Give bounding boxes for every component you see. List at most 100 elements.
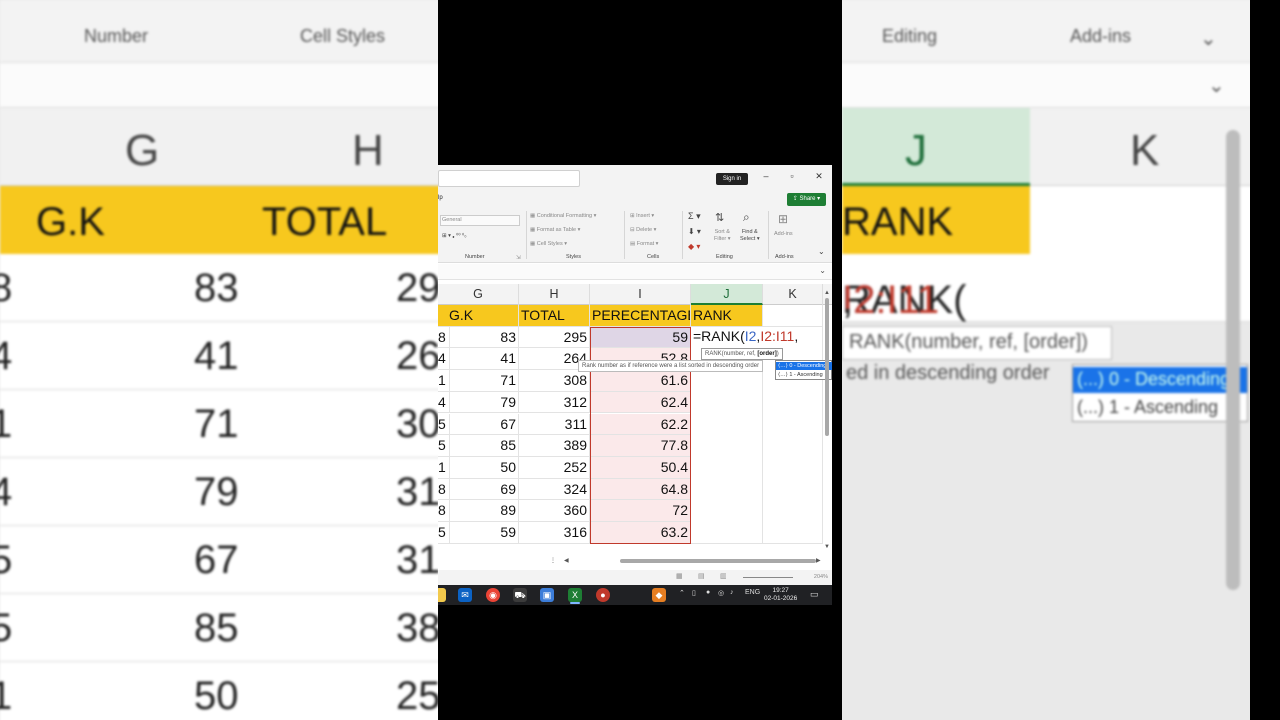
header-percentage[interactable]: PERECENTAGE [590,305,691,327]
find-select-button[interactable]: Find & Select ▾ [740,229,760,243]
ribbon-collapse-icon[interactable]: ⌄ [818,247,825,256]
cell-styles-button[interactable]: ▦ Cell Styles ▾ [530,241,567,247]
vertical-scrollbar[interactable]: ▲ ▼ [823,290,832,550]
header-total[interactable]: TOTAL [519,305,590,327]
format-button[interactable]: ▤ Format ▾ [630,241,658,247]
tray-icon[interactable]: ▯ [692,589,696,597]
cell-percentage[interactable]: 77.8 [590,435,691,457]
mail-icon[interactable]: ✉ [458,588,472,602]
close-icon[interactable]: ✕ [813,171,825,182]
normal-view-icon[interactable]: ▦ [676,572,683,580]
zoom-level[interactable]: 204% [814,574,828,580]
cell-f[interactable]: 5 [438,522,450,544]
col-header-k[interactable]: K [763,284,823,305]
cell-total[interactable]: 308 [519,370,590,392]
cell-gk[interactable]: 85 [450,435,519,457]
volume-icon[interactable]: ♪ [730,589,734,596]
cell-percentage[interactable]: 64.8 [590,478,691,501]
expand-formula-bar-icon[interactable]: ⌄ [819,266,826,275]
cell-f[interactable]: 8 [438,500,450,522]
tray-app-icon[interactable]: ◆ [652,588,666,602]
col-header-j[interactable]: J [691,284,763,305]
cell-total[interactable]: 312 [519,391,590,414]
page-layout-icon[interactable]: ▤ [698,572,705,580]
cell-gk[interactable]: 71 [450,370,519,392]
cell-percentage[interactable]: 50.4 [590,456,691,479]
number-format-icons[interactable]: ⊞ ▾ ❟ ⁰⁰ ⁰₀ [442,233,467,240]
cell-f[interactable]: 4 [438,391,450,414]
cell-percentage[interactable]: 62.2 [590,413,691,436]
horizontal-scroll-thumb[interactable] [620,559,816,563]
system-clock[interactable]: 19:27 02-01-2026 [764,587,797,603]
zoom-slider[interactable] [743,577,793,578]
cell-gk[interactable]: 41 [450,348,519,371]
scroll-up-icon[interactable]: ▲ [824,290,830,296]
cell-total[interactable]: 295 [519,326,590,349]
cell-percentage[interactable]: 72 [590,500,691,522]
addins-icon[interactable]: ⊞ [778,212,788,226]
cell-total[interactable]: 311 [519,413,590,436]
col-header-g[interactable]: G [438,284,519,305]
sign-in-button[interactable]: Sign in [716,173,748,185]
cell-percentage[interactable]: 59 [590,326,691,349]
scroll-down-icon[interactable]: ▼ [824,544,830,550]
cell-f[interactable]: 1 [438,370,450,392]
format-as-table-button[interactable]: ▦ Format as Table ▾ [530,227,580,233]
insert-button[interactable]: ⊞ Insert ▾ [630,213,654,219]
header-gk[interactable]: G.K [438,305,519,327]
notification-icon[interactable]: ▭ [810,589,819,600]
excel-icon[interactable]: X [568,588,582,602]
file-explorer-icon[interactable] [438,588,446,602]
scroll-left-icon[interactable]: ◀ [564,557,569,564]
app-icon-2[interactable]: ▣ [540,588,554,602]
cell-f[interactable]: 5 [438,435,450,457]
cell-gk[interactable]: 83 [450,326,519,349]
chrome-icon[interactable]: ◉ [486,588,500,602]
find-select-search-icon[interactable]: ⌕ [743,210,750,225]
network-icon[interactable]: ◎ [718,589,724,597]
horizontal-scrollbar[interactable]: ⋮ ◀ ▶ [438,555,832,567]
number-launcher-icon[interactable]: ⇲ [516,255,521,261]
page-break-icon[interactable]: ▥ [720,572,727,580]
cell-f[interactable]: 1 [438,456,450,479]
cell-gk[interactable]: 67 [450,413,519,436]
cell-total[interactable]: 252 [519,456,590,479]
addins-button[interactable]: Add-ins [774,231,793,237]
fill-icon[interactable]: ⬇ ▾ [688,227,701,236]
sort-filter-icon[interactable]: ⇅ [715,211,724,224]
autosum-icon[interactable]: Σ ▾ [688,211,701,222]
sort-filter-button[interactable]: Sort & Filter ▾ [714,229,731,243]
formula-bar[interactable]: ⌄ [438,264,832,280]
cell-f[interactable]: 5 [438,413,450,436]
col-header-i[interactable]: I [590,284,691,305]
conditional-formatting-button[interactable]: ▦ Conditional Formatting ▾ [530,213,596,219]
cell-percentage[interactable]: 63.2 [590,522,691,544]
delete-button[interactable]: ⊟ Delete ▾ [630,227,656,233]
cell-total[interactable]: 360 [519,500,590,522]
tab-help[interactable]: lp [438,195,443,201]
search-box[interactable] [438,170,580,187]
recorder-icon[interactable]: ● [596,588,610,602]
vertical-scroll-thumb[interactable] [825,298,829,436]
share-button[interactable]: ⇪ Share ▾ [787,193,826,206]
cell-percentage[interactable]: 62.4 [590,391,691,414]
cell-gk[interactable]: 59 [450,522,519,544]
cell-k1[interactable] [763,305,823,327]
cell-total[interactable]: 389 [519,435,590,457]
cell-gk[interactable]: 69 [450,478,519,501]
cell-f[interactable]: 8 [438,478,450,501]
sheet-options-icon[interactable]: ⋮ [550,557,556,564]
scroll-right-icon[interactable]: ▶ [816,557,821,564]
tray-overflow-icon[interactable]: ⌃ [679,589,685,597]
col-header-h[interactable]: H [519,284,590,305]
cell-gk[interactable]: 79 [450,391,519,414]
language-indicator[interactable]: ENG [745,589,760,596]
restore-icon[interactable]: ▫ [786,171,798,181]
cell-f[interactable]: 4 [438,348,450,371]
autocomplete-option-ascending[interactable]: ⟨…⟩ 1 - Ascending [776,371,823,379]
cell-gk[interactable]: 89 [450,500,519,522]
cell-f[interactable]: 8 [438,326,450,349]
microphone-icon[interactable]: ● [706,589,710,596]
header-rank[interactable]: RANK [691,305,763,327]
clear-icon[interactable]: ◆ ▾ [688,242,700,251]
